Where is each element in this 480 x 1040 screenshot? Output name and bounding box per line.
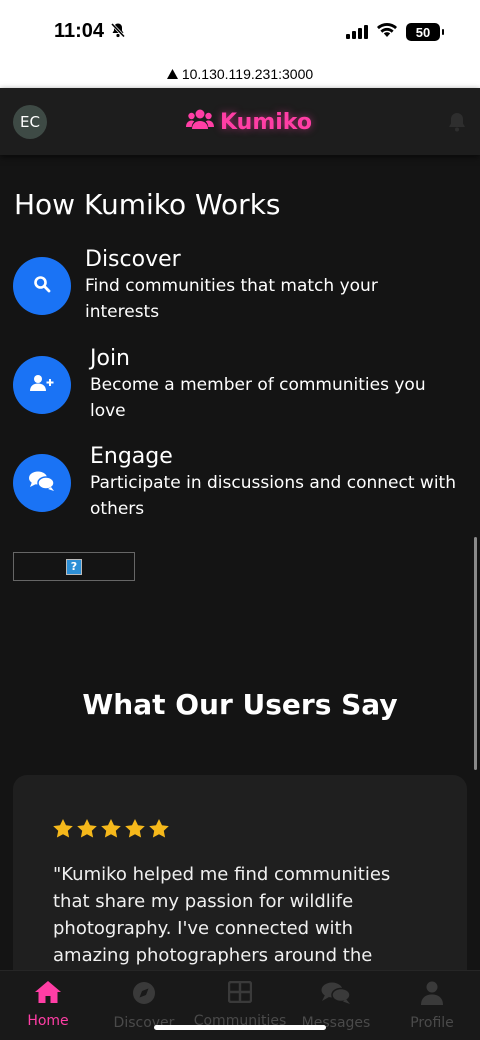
app-header: EC Kumiko <box>0 88 480 155</box>
avatar[interactable]: EC <box>13 105 47 139</box>
grid-icon <box>227 980 253 1013</box>
step-icon-circle <box>13 356 71 414</box>
user-plus-icon <box>30 374 54 396</box>
nav-label: Profile <box>410 1015 454 1031</box>
battery-icon: 50 <box>406 23 444 41</box>
wifi-icon <box>376 22 398 42</box>
step-title: Join <box>90 346 131 371</box>
warning-icon <box>166 66 178 82</box>
testimonial-quote: "Kumiko helped me find communities that … <box>53 864 391 966</box>
testimonials-heading: What Our Users Say <box>82 688 398 721</box>
bell-slash-icon <box>110 22 126 42</box>
scrollbar[interactable] <box>474 537 477 770</box>
star-icon <box>77 819 97 842</box>
star-icon <box>53 819 73 842</box>
home-icon <box>35 981 61 1013</box>
star-rating <box>53 819 169 842</box>
how-it-works-heading: How Kumiko Works <box>14 188 281 221</box>
nav-profile[interactable]: Profile <box>384 971 480 1040</box>
step-title: Discover <box>85 247 181 272</box>
search-icon <box>33 275 51 297</box>
nav-label: Home <box>27 1013 69 1029</box>
nav-home[interactable]: Home <box>0 971 96 1040</box>
compass-icon <box>132 981 156 1015</box>
brand-name: Kumiko <box>220 109 312 135</box>
star-icon <box>125 819 145 842</box>
broken-image-placeholder: ? <box>13 552 135 581</box>
step-icon-circle <box>13 454 71 512</box>
address-bar[interactable]: 10.130.119.231:3000 <box>0 60 480 88</box>
step-description: Become a member of communities you love <box>90 375 426 421</box>
chat-icon <box>321 981 351 1015</box>
star-icon <box>101 819 121 842</box>
star-icon <box>149 819 169 842</box>
step-title: Engage <box>90 444 173 469</box>
url-text: 10.130.119.231:3000 <box>181 66 314 82</box>
status-time: 11:04 <box>54 20 105 42</box>
cellular-signal-icon <box>346 25 368 39</box>
brand-logo[interactable]: Kumiko <box>186 108 312 136</box>
users-icon <box>186 108 214 136</box>
status-indicators: 50 <box>346 22 444 42</box>
status-bar: 11:04 50 <box>0 0 480 60</box>
notification-bell-icon[interactable] <box>448 112 466 136</box>
step-description: Participate in discussions and connect w… <box>90 473 456 519</box>
chat-bubbles-icon <box>29 471 55 495</box>
home-indicator <box>154 1025 326 1030</box>
user-icon <box>421 981 443 1015</box>
broken-image-icon: ? <box>66 558 82 575</box>
step-icon-circle <box>13 257 71 315</box>
step-description: Find communities that match your interes… <box>85 276 378 322</box>
